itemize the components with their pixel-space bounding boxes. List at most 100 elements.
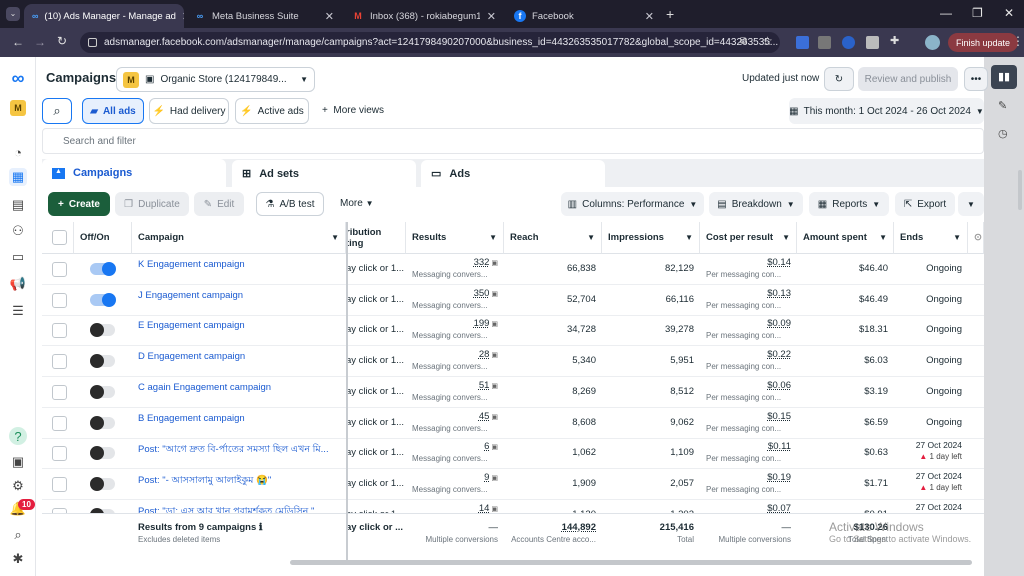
extension-icon[interactable]	[818, 36, 831, 49]
had-delivery-filter[interactable]: ⚡ Had delivery	[149, 98, 229, 124]
header-impressions[interactable]: Impressions ▼	[602, 222, 700, 254]
cast-icon[interactable]: ⧉	[740, 36, 747, 47]
puzzle-icon[interactable]: ✚	[890, 34, 899, 47]
pencil-icon[interactable]: ✎	[998, 99, 1007, 112]
campaign-toggle[interactable]	[90, 292, 116, 307]
more-options-button[interactable]: •••	[964, 67, 988, 91]
table-row[interactable]: Post: "- আসসালামু আলাইকুম 😭" ay click or …	[42, 469, 984, 500]
campaign-name-link[interactable]: B Engagement campaign	[138, 413, 245, 424]
row-checkbox[interactable]	[52, 323, 67, 339]
all-ads-filter[interactable]: ▰ All ads	[82, 98, 144, 124]
audiences-icon[interactable]: ⚇	[9, 222, 27, 240]
header-column-settings[interactable]: ⊙	[968, 222, 984, 254]
campaign-toggle[interactable]	[90, 415, 115, 430]
translate-extension-icon[interactable]	[796, 36, 809, 49]
reload-icon[interactable]: ↻	[57, 34, 67, 48]
minimize-icon[interactable]: —	[940, 6, 952, 20]
row-checkbox[interactable]	[52, 292, 67, 308]
campaign-name-link[interactable]: D Engagement campaign	[138, 351, 245, 362]
bookmark-star-icon[interactable]: ☆	[762, 34, 773, 48]
date-range-picker[interactable]: ▦ This month: 1 Oct 2024 - 26 Oct 2024 ▼	[789, 98, 984, 124]
campaigns-table-icon[interactable]: ▦	[9, 168, 27, 186]
forward-icon[interactable]: →	[34, 35, 46, 49]
export-dropdown-button[interactable]: ▼	[958, 192, 984, 216]
tab-campaigns[interactable]: ▲ Campaigns	[42, 159, 226, 187]
reports-button[interactable]: ▦ Reports ▼	[809, 192, 889, 216]
header-amount-spent[interactable]: Amount spent ▼	[797, 222, 894, 254]
bug-report-icon[interactable]: ✱	[9, 550, 27, 568]
site-info-icon[interactable]	[88, 38, 97, 47]
header-attribution[interactable]: ribution ting	[346, 222, 406, 254]
tab-ad-sets[interactable]: ⊞ Ad sets	[232, 160, 416, 187]
billing-icon[interactable]: ▭	[9, 248, 27, 266]
table-row[interactable]: B Engagement campaign ay click or 1... 45 …	[42, 408, 984, 439]
browser-tab-inbox[interactable]: M Inbox (368) - rokiabegum1985 ✕	[344, 4, 504, 28]
campaign-toggle[interactable]	[90, 476, 115, 491]
search-button[interactable]: ⌕	[42, 98, 72, 124]
profile-avatar[interactable]	[925, 35, 940, 50]
close-icon[interactable]: ✕	[645, 10, 654, 23]
extension-icon[interactable]	[866, 36, 879, 49]
table-row[interactable]: D Engagement campaign ay click or 1... 28 …	[42, 346, 984, 378]
search-icon[interactable]: ⌕	[9, 526, 27, 544]
campaign-name-link[interactable]: J Engagement campaign	[138, 290, 243, 301]
more-actions-button[interactable]: More ▼	[340, 198, 374, 209]
table-row[interactable]: J Engagement campaign ay click or 1... 350…	[42, 285, 984, 316]
duplicate-button[interactable]: ❐ Duplicate	[115, 192, 189, 216]
row-checkbox[interactable]	[52, 354, 67, 370]
close-icon[interactable]: ✕	[182, 10, 184, 23]
header-campaign[interactable]: Campaign ▼	[132, 222, 346, 254]
row-checkbox[interactable]	[52, 262, 67, 277]
ab-test-button[interactable]: ⚗ A/B test	[256, 192, 324, 216]
campaign-name-link[interactable]: Post: "আগে দ্রুত বি-র্পাতের সমস্যা ছিল এ…	[138, 444, 329, 455]
select-all-checkbox[interactable]	[52, 230, 67, 245]
create-button[interactable]: + Create	[48, 192, 110, 216]
columns-button[interactable]: ▥ Columns: Performance ▼	[561, 192, 704, 216]
row-checkbox[interactable]	[52, 446, 67, 462]
extension-icon[interactable]	[842, 36, 855, 49]
more-views-button[interactable]: + More views	[322, 105, 384, 116]
row-checkbox[interactable]	[52, 476, 67, 492]
campaign-toggle[interactable]	[90, 354, 115, 369]
vertical-scrollbar[interactable]	[1018, 170, 1022, 210]
row-checkbox[interactable]	[52, 384, 67, 400]
help-icon[interactable]: ?	[9, 427, 27, 445]
tab-ads[interactable]: ▭ Ads	[421, 160, 605, 187]
finish-update-button[interactable]: Finish update	[948, 33, 1019, 52]
restore-icon[interactable]: ❐	[972, 6, 983, 20]
account-avatar[interactable]: M	[10, 100, 26, 116]
browser-tab-ads-manager[interactable]: ∞ (10) Ads Manager - Manage ad ✕	[24, 4, 184, 28]
breakdown-button[interactable]: ▤ Breakdown ▼	[709, 192, 803, 216]
row-checkbox[interactable]	[52, 415, 67, 431]
settings-gear-icon[interactable]: ⚙	[9, 477, 27, 495]
url-field[interactable]: adsmanager.facebook.com/adsmanager/manag…	[80, 32, 780, 53]
megaphone-icon[interactable]: 📢	[9, 275, 27, 293]
browser-tab-facebook[interactable]: f Facebook ✕	[506, 4, 662, 28]
campaign-toggle[interactable]	[90, 384, 115, 399]
tab-search-button[interactable]: ⌄	[6, 7, 20, 21]
close-icon[interactable]: ✕	[487, 10, 496, 23]
campaign-toggle[interactable]	[90, 262, 116, 276]
export-button[interactable]: ⇱ Export	[895, 192, 955, 216]
header-results[interactable]: Results ▼	[406, 222, 504, 254]
review-publish-button[interactable]: Review and publish	[858, 67, 958, 91]
browser-menu-icon[interactable]: ⋮	[1012, 34, 1024, 48]
history-clock-icon[interactable]: ◷	[998, 127, 1008, 140]
meta-logo-icon[interactable]: ∞	[9, 68, 27, 88]
campaign-name-link[interactable]: K Engagement campaign	[138, 259, 245, 270]
new-tab-button[interactable]: +	[666, 6, 674, 22]
reports-icon[interactable]: ▤	[9, 196, 27, 214]
refresh-button[interactable]: ↻	[824, 67, 854, 91]
news-icon[interactable]: ▣	[9, 453, 27, 471]
table-row[interactable]: C again Engagement campaign ay click or 1…	[42, 377, 984, 408]
info-icon[interactable]: ℹ	[259, 522, 263, 533]
chart-panel-icon[interactable]: ▮▮	[991, 65, 1017, 89]
table-row[interactable]: E Engagement campaign ay click or 1... 199…	[42, 315, 984, 347]
campaign-name-link[interactable]: C again Engagement campaign	[138, 382, 271, 393]
close-icon[interactable]: ✕	[325, 10, 334, 23]
active-ads-filter[interactable]: ⚡ Active ads	[235, 98, 309, 124]
horizontal-scrollbar[interactable]	[290, 560, 972, 565]
back-icon[interactable]: ←	[12, 35, 24, 49]
table-row[interactable]: K Engagement campaign ay click or 1... 332…	[42, 254, 984, 285]
campaign-name-link[interactable]: E Engagement campaign	[138, 320, 245, 331]
